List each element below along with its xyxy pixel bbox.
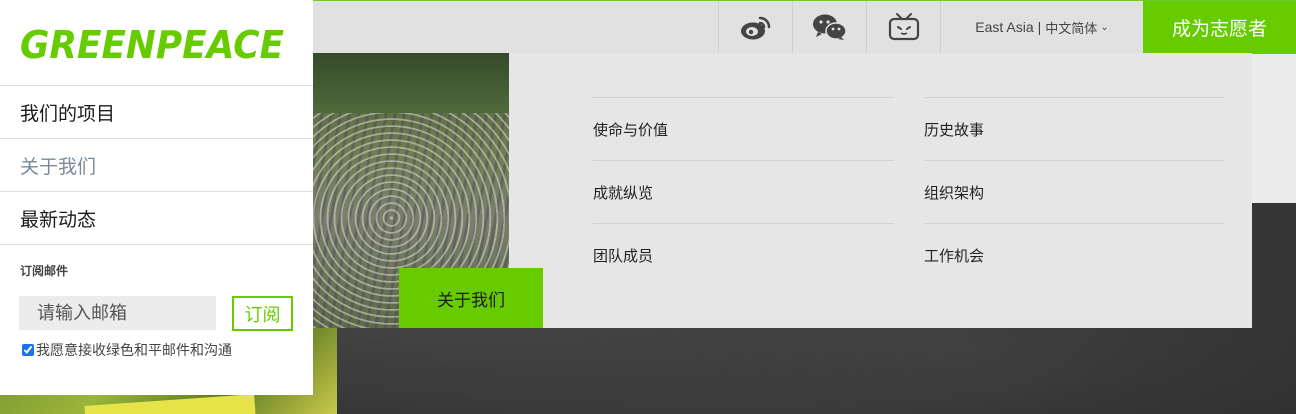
menu-item-mission-values[interactable]: 使命与价值: [593, 97, 894, 160]
sidebar: GREENPEACE 我们的项目 关于我们 最新动态 订阅邮件 订阅 我愿意接收…: [0, 0, 313, 395]
menu-item-team-members[interactable]: 团队成员: [593, 223, 894, 286]
top-bar: East Asia | 中文简体 ⌄ 成为志愿者: [313, 0, 1296, 54]
chevron-down-icon: ⌄: [1100, 21, 1109, 33]
photo-trees: [313, 53, 509, 113]
menu-column-left: 使命与价值 成就纵览 团队成员: [593, 97, 894, 286]
weibo-link[interactable]: [718, 1, 792, 53]
region-separator: |: [1037, 19, 1042, 35]
nav-our-projects[interactable]: 我们的项目: [0, 85, 313, 138]
bilibili-icon: [888, 13, 919, 41]
region-label: East Asia: [975, 19, 1034, 35]
about-dropdown-panel: 使命与价值 成就纵览 团队成员 历史故事 组织架构 工作机会: [509, 53, 1252, 328]
nav-about-us[interactable]: 关于我们: [0, 138, 313, 191]
menu-item-achievements[interactable]: 成就纵览: [593, 160, 894, 223]
become-volunteer-button[interactable]: 成为志愿者: [1143, 1, 1296, 54]
wechat-icon: [812, 14, 847, 40]
about-us-tab[interactable]: 关于我们: [399, 268, 543, 328]
menu-item-jobs[interactable]: 工作机会: [924, 223, 1225, 286]
subscribe-heading: 订阅邮件: [20, 264, 69, 278]
consent-label: 我愿意接收绿色和平邮件和沟通: [36, 343, 232, 359]
weibo-icon: [740, 16, 770, 40]
nav-latest-news[interactable]: 最新动态: [0, 191, 313, 244]
subscribe-button[interactable]: 订阅: [232, 296, 293, 331]
menu-item-history[interactable]: 历史故事: [924, 97, 1225, 160]
region-language-selector[interactable]: East Asia | 中文简体 ⌄: [940, 1, 1143, 53]
menu-item-organization[interactable]: 组织架构: [924, 160, 1225, 223]
language-label: 中文简体: [1045, 20, 1098, 36]
email-input[interactable]: [19, 296, 216, 330]
consent-row[interactable]: 我愿意接收绿色和平邮件和沟通: [22, 340, 232, 360]
svg-text:GREENPEACE: GREENPEACE: [20, 23, 284, 66]
consent-checkbox[interactable]: [22, 344, 34, 356]
sidebar-divider: [0, 244, 313, 245]
bilibili-link[interactable]: [866, 1, 940, 53]
greenpeace-logo[interactable]: GREENPEACE: [18, 18, 286, 66]
menu-column-right: 历史故事 组织架构 工作机会: [924, 97, 1225, 286]
wechat-link[interactable]: [792, 1, 866, 53]
